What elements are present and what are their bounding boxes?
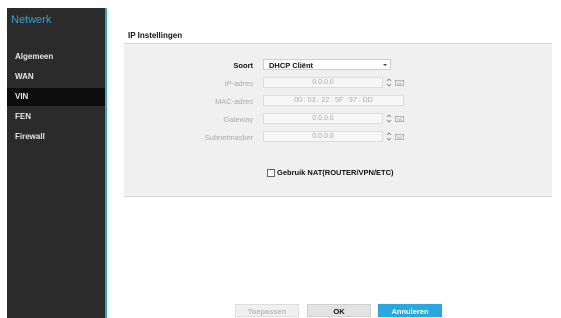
ip-address-label: IP-adres xyxy=(224,79,253,88)
subnet-mask-spinner-icon[interactable] xyxy=(386,132,392,141)
mac-address-field: 00 : 03 : 22 : 5F : 97 : DD xyxy=(263,95,404,106)
chevron-down-icon xyxy=(383,64,387,66)
gateway-label: Gateway xyxy=(223,115,253,124)
sidebar-item-firewall[interactable]: Firewall xyxy=(7,128,105,146)
sidebar-item-fen[interactable]: FEN xyxy=(7,108,105,126)
gateway-keyboard-icon[interactable] xyxy=(395,116,404,122)
sidebar: Netwerk Algemeen WAN VIN FEN Firewall xyxy=(7,8,105,318)
nat-checkbox-box[interactable] xyxy=(267,169,275,178)
soort-select-value: DHCP Cliënt xyxy=(269,61,314,70)
mac-address-label: MAC-adres xyxy=(215,97,253,106)
sidebar-item-vin[interactable]: VIN xyxy=(7,88,105,106)
cancel-button[interactable]: Annuleren xyxy=(378,304,442,317)
gateway-field[interactable]: 0.0.0.0 xyxy=(263,113,383,124)
soort-label: Soort xyxy=(233,61,253,70)
sidebar-item-algemeen[interactable]: Algemeen xyxy=(7,48,105,66)
sidebar-title: Netwerk xyxy=(11,14,52,26)
sidebar-accent-divider xyxy=(105,8,107,318)
sidebar-item-wan[interactable]: WAN xyxy=(7,68,105,86)
nat-checkbox-label: Gebruik NAT(ROUTER/VPN/ETC) xyxy=(277,168,394,177)
subnet-mask-field[interactable]: 0.0.0.0 xyxy=(263,131,383,142)
section-title: IP Instellingen xyxy=(128,31,183,40)
ok-button[interactable]: OK xyxy=(307,304,371,317)
gateway-spinner-icon[interactable] xyxy=(386,114,392,123)
ip-address-field[interactable]: 0.0.0.0 xyxy=(263,77,383,88)
ip-address-spinner-icon[interactable] xyxy=(386,78,392,87)
ip-address-keyboard-icon[interactable] xyxy=(395,80,404,86)
subnet-mask-label: Subnetmasker xyxy=(204,133,253,142)
subnet-mask-keyboard-icon[interactable] xyxy=(395,134,404,140)
nat-checkbox[interactable]: Gebruik NAT(ROUTER/VPN/ETC) xyxy=(267,168,394,178)
apply-button[interactable]: Toepassen xyxy=(235,304,299,317)
soort-select[interactable]: DHCP Cliënt xyxy=(263,59,391,70)
